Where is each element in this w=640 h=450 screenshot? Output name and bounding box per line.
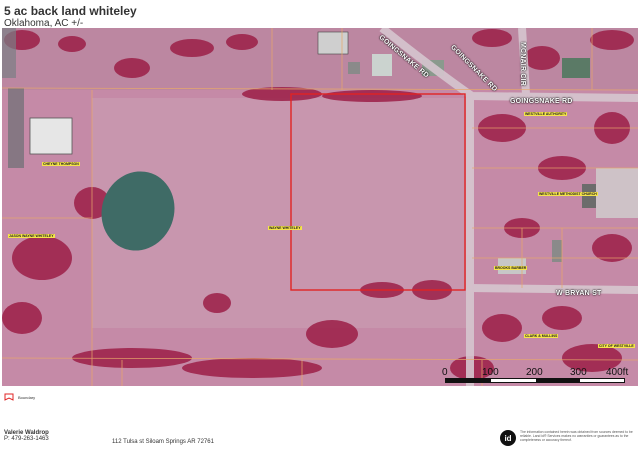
map-title: 5 ac back land whiteley [4, 4, 137, 18]
scale-label-200: 200 [526, 367, 543, 378]
parcel-label-cheyne-thompson: CHEYNE THOMPSON [42, 162, 80, 166]
scale-label-400: 400ft [606, 367, 629, 378]
agent-phone: P: 479-263-1463 [4, 436, 49, 442]
scale-label-100: 100 [482, 367, 499, 378]
parcel-label-clark-mullins: CLARK & MULLINS [524, 334, 559, 338]
road-label-w-bryan-st: W BRYAN ST [556, 290, 602, 297]
map-legend: Boundary [4, 393, 35, 401]
legend-label-boundary: Boundary [18, 394, 36, 400]
parcel-label-westville-methodist: WESTVILLE METHODIST CHURCH [538, 192, 598, 196]
boundary-legend-icon [4, 393, 14, 401]
road-label-mcnair-cir: MCNAIR CIR [519, 42, 526, 86]
scale-labels: 0 100 200 300 400ft [440, 367, 636, 378]
building-barn [29, 117, 73, 155]
parcel-label-wayne-whiteley: WAYNE WHITELEY [268, 226, 302, 230]
aerial-map[interactable]: GOINGSNAKE RD GOINGSNAKE RD MCNAIR CIR G… [2, 28, 638, 386]
scale-bar: 0 100 200 300 400ft [440, 367, 636, 385]
disclaimer-text: The information contained herein was obt… [520, 430, 633, 442]
landid-logo-icon: id [500, 430, 516, 446]
aerial-imagery [2, 28, 638, 386]
scale-label-300: 300 [570, 367, 587, 378]
agent-address: 112 Tulsa st Siloam Springs AR 72761 [112, 439, 214, 445]
scale-bar-graphic [445, 378, 625, 383]
scale-label-0: 0 [442, 367, 448, 378]
road-label-goingsnake-3: GOINGSNAKE RD [510, 98, 573, 105]
map-header: 5 ac back land whiteley Oklahoma, AC +/- [4, 4, 137, 30]
parcel-label-westville-authority: WESTVILLE AUTHORITY [524, 112, 568, 116]
parcel-label-city-of-westville: CITY OF WESTVILLE [598, 344, 635, 348]
parcel-label-jason-wayne-whiteley: JASON WAYNE WHITELEY [8, 234, 55, 238]
agent-footer: Valerie Waldrop P: 479-263-1463 [4, 430, 49, 442]
parcel-label-brooks-barber: BROOKS BARBER [494, 266, 528, 270]
